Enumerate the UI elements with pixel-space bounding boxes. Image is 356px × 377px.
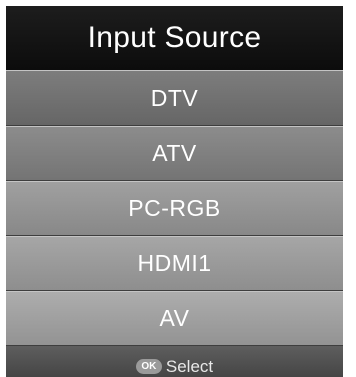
menu-footer-hint: OK Select: [6, 346, 343, 377]
select-hint-label: Select: [165, 356, 214, 376]
source-item-pc-rgb[interactable]: PC-RGB: [6, 181, 343, 236]
source-item-av[interactable]: AV: [6, 291, 343, 346]
source-item-atv[interactable]: ATV: [6, 126, 343, 181]
menu-title: Input Source: [6, 6, 343, 70]
source-item-hdmi1[interactable]: HDMI1: [6, 236, 343, 291]
input-source-menu: Input Source DTV ATV PC-RGB HDMI1 AV OK …: [6, 6, 343, 377]
source-item-dtv[interactable]: DTV: [6, 70, 343, 126]
source-list: DTV ATV PC-RGB HDMI1 AV: [6, 70, 343, 346]
ok-button-icon: OK: [135, 359, 162, 374]
